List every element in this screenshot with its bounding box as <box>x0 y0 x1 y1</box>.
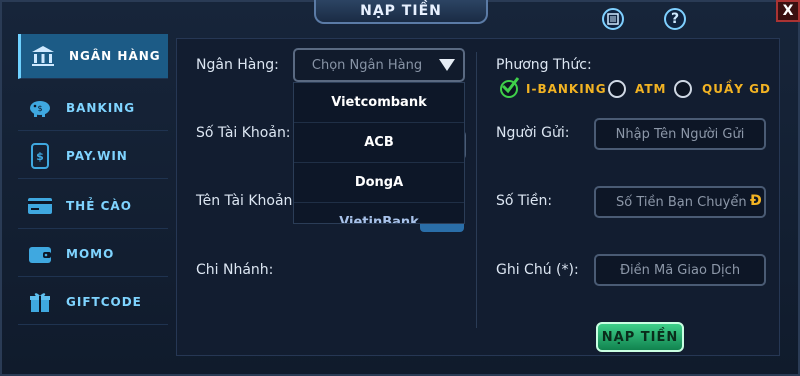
bank-option[interactable]: DongA <box>294 163 464 203</box>
sidebar-item-label: NGÂN HÀNG <box>69 49 161 63</box>
currency-symbol: Đ <box>750 193 762 209</box>
phone-dollar-icon: $ <box>26 142 54 170</box>
bank-icon <box>29 42 57 70</box>
note-input[interactable]: Điền Mã Giao Dịch <box>594 254 766 286</box>
radio-atm[interactable] <box>608 80 626 98</box>
sidebar-item-label: GIFTCODE <box>66 295 142 309</box>
amount-input[interactable]: Số Tiền Bạn Chuyển <box>594 186 766 218</box>
sidebar-item-ngan-hang[interactable]: NGÂN HÀNG <box>18 34 168 79</box>
chevron-down-icon <box>439 59 455 71</box>
sidebar-item-label: THẺ CÀO <box>66 199 132 213</box>
sender-input[interactable]: Nhập Tên Người Gửi <box>594 118 766 150</box>
sidebar-item-pay-win[interactable]: $ PAY.WIN <box>18 134 168 179</box>
wallet-icon <box>26 240 54 268</box>
bank-option[interactable]: VietinBank <box>294 203 464 223</box>
bank-select-value: Chọn Ngân Hàng <box>311 57 423 73</box>
amount-label: Số Tiền: <box>496 193 553 209</box>
sidebar: NGÂN HÀNG $ BANKING $ PAY.WIN THẺ CÀO MO… <box>18 34 168 364</box>
close-button[interactable]: X <box>776 0 800 22</box>
gift-icon <box>26 288 54 316</box>
check-icon <box>501 77 520 94</box>
bank-dropdown-list: Vietcombank ACB DongA VietinBank <box>293 82 465 224</box>
amount-placeholder: Số Tiền Bạn Chuyển <box>616 194 747 210</box>
sender-label: Người Gửi: <box>496 125 570 141</box>
sidebar-item-the-cao[interactable]: THẺ CÀO <box>18 184 168 229</box>
card-icon <box>26 192 54 220</box>
sidebar-item-giftcode[interactable]: GIFTCODE <box>18 280 168 325</box>
method-quay-gd-label: QUẦY GD <box>702 82 771 96</box>
sender-placeholder: Nhập Tên Người Gửi <box>615 126 745 142</box>
method-atm-label: ATM <box>635 82 667 96</box>
submit-button[interactable]: NẠP TIỀN <box>596 322 684 352</box>
bank-label: Ngân Hàng: <box>196 57 279 73</box>
method-ibanking-label: I-BANKING <box>526 82 607 96</box>
note-placeholder: Điền Mã Giao Dịch <box>619 262 741 278</box>
dialog-title: NẠP TIỀN <box>314 0 488 24</box>
svg-text:$: $ <box>37 104 42 113</box>
bank-option[interactable]: ACB <box>294 123 464 163</box>
help-icon[interactable]: ? <box>664 8 686 30</box>
bank-select[interactable]: Chọn Ngân Hàng <box>293 48 465 82</box>
sidebar-item-banking[interactable]: $ BANKING <box>18 86 168 131</box>
svg-text:$: $ <box>36 150 44 163</box>
radio-quay-gd[interactable] <box>674 80 692 98</box>
branch-label: Chi Nhánh: <box>196 262 274 278</box>
sidebar-item-label: BANKING <box>66 101 136 115</box>
note-label: Ghi Chú (*): <box>496 262 579 278</box>
account-number-label: Số Tài Khoản: <box>196 125 291 141</box>
method-label: Phương Thức: <box>496 57 592 73</box>
bank-option[interactable]: Vietcombank <box>294 83 464 123</box>
radio-ibanking[interactable] <box>500 77 520 98</box>
sidebar-item-label: PAY.WIN <box>66 149 128 163</box>
panel-divider <box>476 52 477 328</box>
piggy-bank-icon: $ <box>26 94 54 122</box>
account-name-label: Tên Tài Khoản: <box>196 193 298 209</box>
sidebar-item-label: MOMO <box>66 247 115 261</box>
document-icon[interactable] <box>602 8 624 30</box>
sidebar-item-momo[interactable]: MOMO <box>18 232 168 277</box>
